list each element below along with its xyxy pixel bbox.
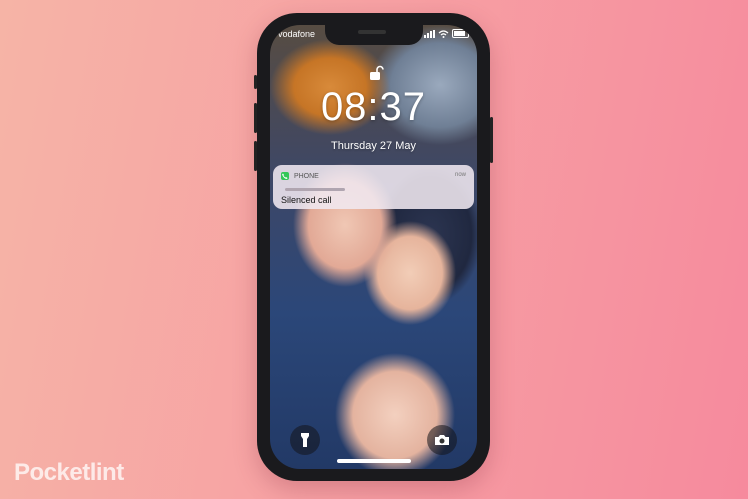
notification-time: now: [454, 172, 466, 178]
status-icons: [424, 29, 469, 38]
wifi-icon: [438, 29, 449, 38]
ring-switch: [254, 75, 257, 89]
flashlight-icon: [301, 433, 309, 447]
notification-title: Silenced call: [281, 195, 332, 205]
notification-redacted-line: [285, 188, 345, 191]
volume-up-button: [254, 103, 257, 133]
lock-screen: vodafone 08:37 Thursday 27 May PHONE now…: [270, 25, 477, 469]
notch: [324, 25, 423, 45]
camera-button[interactable]: [427, 425, 457, 455]
lock-screen-date: Thursday 27 May: [331, 140, 416, 152]
carrier-label: vodafone: [278, 29, 316, 39]
phone-device: vodafone 08:37 Thursday 27 May PHONE now…: [254, 13, 493, 481]
speaker-grill: [357, 30, 386, 34]
home-indicator[interactable]: [336, 459, 411, 463]
pocketlint-watermark: Pocketlint: [14, 459, 124, 486]
battery-icon: [452, 29, 469, 38]
side-button: [490, 117, 493, 163]
phone-icon: [281, 172, 289, 180]
notification-card[interactable]: PHONE now Silenced call: [273, 165, 474, 209]
signal-icon: [424, 29, 435, 38]
notification-app-name: PHONE: [293, 172, 319, 180]
notification-header: PHONE: [281, 172, 319, 180]
camera-icon: [435, 435, 449, 445]
volume-down-button: [254, 141, 257, 171]
flashlight-button[interactable]: [290, 425, 320, 455]
lock-screen-time: 08:37: [320, 85, 427, 129]
unlocked-padlock-icon: [370, 65, 384, 80]
